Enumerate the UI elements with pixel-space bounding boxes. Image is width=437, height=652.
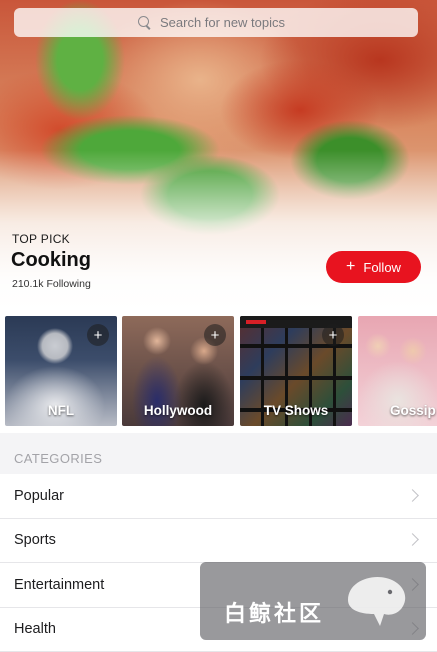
topic-card-label: Hollywood: [143, 403, 213, 418]
category-label: Sports: [14, 532, 56, 549]
follow-button-label: Follow: [363, 259, 401, 275]
category-row-popular[interactable]: Popular: [0, 474, 437, 519]
top-pick-label: TOP PICK: [12, 232, 70, 246]
plus-icon: +: [346, 258, 356, 275]
category-row-sports[interactable]: Sports: [0, 519, 437, 563]
chevron-right-icon: [406, 533, 419, 547]
topic-carousel[interactable]: + NFL + Hollywood + TV Shows Gossip: [0, 312, 437, 433]
categories-header: CATEGORIES: [14, 451, 103, 466]
topic-card-hollywood[interactable]: + Hollywood: [122, 316, 234, 426]
search-input[interactable]: Search for new topics: [160, 15, 285, 30]
topics-screen: Search for new topics TOP PICK Cooking 2…: [0, 0, 437, 652]
search-bar[interactable]: Search for new topics: [14, 8, 418, 37]
chevron-right-icon: [406, 488, 419, 502]
topic-card-label: Gossip: [390, 403, 436, 418]
follow-button[interactable]: + Follow: [326, 251, 421, 283]
whale-logo-icon: [348, 576, 406, 626]
topic-card-label: NFL: [47, 403, 75, 418]
topic-card-label: TV Shows: [263, 403, 329, 418]
category-label: Popular: [14, 487, 64, 504]
category-label: Entertainment: [14, 576, 105, 593]
add-topic-icon[interactable]: +: [87, 324, 109, 346]
follower-count: 210.1k Following: [12, 278, 91, 290]
search-icon: [138, 15, 152, 30]
watermark: 白鲸社区: [200, 562, 426, 640]
topic-card-nfl[interactable]: + NFL: [5, 316, 117, 426]
topic-card-gossip[interactable]: Gossip: [358, 316, 437, 426]
topic-card-tv-shows[interactable]: + TV Shows: [240, 316, 352, 426]
featured-topic-title: Cooking: [11, 249, 91, 271]
add-topic-icon[interactable]: +: [322, 324, 344, 346]
category-label: Health: [14, 621, 56, 638]
add-topic-icon[interactable]: +: [204, 324, 226, 346]
watermark-text: 白鲸社区: [224, 601, 325, 626]
hero-banner: Search for new topics TOP PICK Cooking 2…: [0, 0, 437, 312]
